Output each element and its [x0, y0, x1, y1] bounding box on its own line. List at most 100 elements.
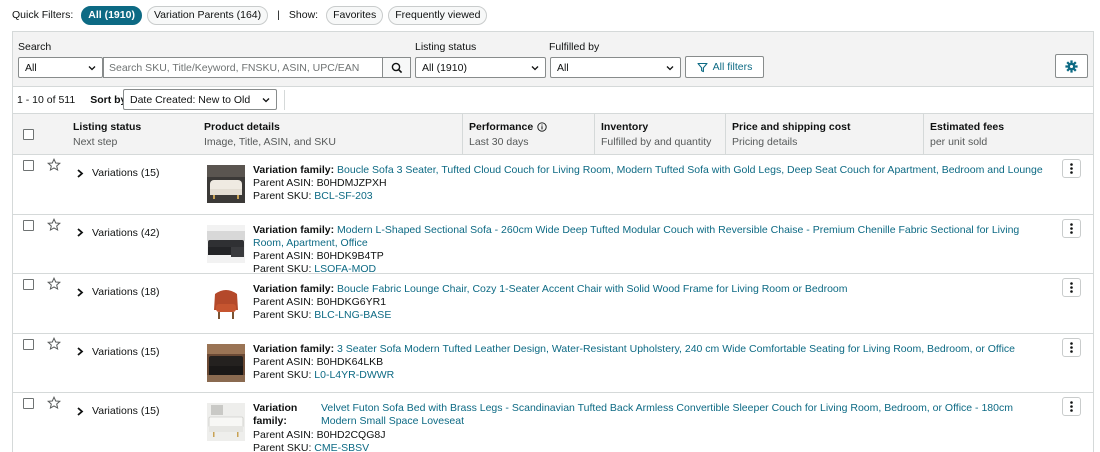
- variations-toggle[interactable]: Variations (18): [76, 286, 160, 298]
- product-title-link[interactable]: Modern L-Shaped Sectional Sofa - 260cm W…: [253, 224, 1019, 249]
- product-title-link[interactable]: Boucle Fabric Lounge Chair, Cozy 1-Seate…: [337, 283, 847, 295]
- search-scope-select[interactable]: All: [18, 57, 103, 78]
- column-estimated-fees[interactable]: Estimated fees per unit sold: [924, 114, 1093, 154]
- variation-family-label-line: Variation: [253, 402, 298, 414]
- product-image[interactable]: [207, 284, 245, 322]
- product-title-link[interactable]: Boucle Sofa 3 Seater, Tufted Cloud Couch…: [337, 164, 1043, 176]
- row-actions-button[interactable]: [1062, 337, 1081, 357]
- product-image[interactable]: [207, 343, 245, 382]
- column-title: Estimated fees: [930, 121, 1005, 133]
- chevron-down-icon: [88, 66, 96, 71]
- row-actions-button[interactable]: [1062, 278, 1081, 297]
- column-subtitle: per unit sold: [930, 136, 988, 148]
- row-checkbox[interactable]: [23, 160, 34, 171]
- chevron-down-icon: [531, 66, 539, 71]
- parent-sku-label: Parent SKU:: [253, 442, 312, 452]
- parent-asin-value: B0HDMJZPXH: [316, 177, 387, 189]
- chevron-right-icon: [77, 406, 84, 416]
- filter-all-pill[interactable]: All (1910): [81, 5, 142, 25]
- more-vertical-icon: [1070, 163, 1073, 174]
- parent-sku-link[interactable]: L0-L4YR-DWWR: [314, 369, 394, 381]
- product-title-link[interactable]: 3 Seater Sofa Modern Tufted Leather Desi…: [337, 343, 1015, 355]
- search-button[interactable]: [382, 57, 411, 78]
- column-subtitle: Image, Title, ASIN, and SKU: [204, 136, 336, 148]
- table-header: Listing status Next step Product details…: [13, 114, 1093, 155]
- variation-family-label: Variation family:: [253, 164, 335, 176]
- info-icon[interactable]: [537, 122, 547, 132]
- column-price-shipping[interactable]: Price and shipping cost Pricing details: [726, 114, 924, 154]
- more-vertical-icon: [1070, 401, 1073, 412]
- star-icon[interactable]: [47, 336, 61, 351]
- table-row: Variations (15) Variation family: Boucle…: [13, 155, 1093, 215]
- chevron-right-icon: [77, 168, 84, 178]
- row-checkbox[interactable]: [23, 338, 34, 350]
- more-vertical-icon: [1070, 282, 1073, 293]
- row-checkbox[interactable]: [23, 279, 34, 290]
- chevron-down-icon: [262, 98, 270, 103]
- parent-sku-link[interactable]: LSOFA-MOD: [314, 263, 376, 275]
- pagination-sort-bar: 1 - 10 of 511 Sort by: Date Created: New…: [12, 87, 1094, 113]
- column-listing-status[interactable]: Listing status Next step: [67, 114, 198, 154]
- quick-filters-label: Quick Filters:: [12, 9, 74, 21]
- search-label: Search: [18, 41, 52, 53]
- product-title-link[interactable]: Velvet Futon Sofa Bed with Brass Legs - …: [321, 402, 1013, 427]
- product-image[interactable]: [207, 224, 245, 263]
- column-subtitle: Last 30 days: [469, 136, 529, 148]
- row-checkbox[interactable]: [23, 398, 34, 409]
- listing-status-value: All (1910): [422, 61, 467, 74]
- parent-sku-link[interactable]: BLC-LNG-BASE: [314, 309, 391, 321]
- chevron-right-icon: [77, 228, 84, 237]
- search-icon: [391, 62, 402, 73]
- show-favorites-pill[interactable]: Favorites: [326, 5, 384, 25]
- column-performance[interactable]: Performance Last 30 days: [463, 114, 595, 154]
- parent-sku-link[interactable]: BCL-SF-203: [314, 190, 372, 202]
- product-image[interactable]: [207, 165, 245, 203]
- listing-status-select[interactable]: All (1910): [415, 57, 546, 78]
- product-details: Variation family: Velvet Futon Sofa Bed …: [253, 402, 1043, 428]
- column-product-details[interactable]: Product details Image, Title, ASIN, and …: [198, 114, 463, 154]
- parent-asin-value: B0HDK9B4TP: [316, 249, 384, 262]
- parent-asin-label: Parent ASIN:: [253, 296, 314, 308]
- variations-toggle[interactable]: Variations (42): [76, 227, 160, 239]
- parent-asin-value: B0HDK64LKB: [316, 355, 384, 368]
- parent-sku-link[interactable]: CME-SBSV: [314, 442, 369, 452]
- filter-variation-parents-pill[interactable]: Variation Parents (164): [146, 5, 269, 25]
- variations-toggle[interactable]: Variations (15): [76, 167, 160, 179]
- listings-table: Listing status Next step Product details…: [12, 113, 1094, 452]
- variations-count: Variations (18): [92, 286, 160, 298]
- row-actions-button[interactable]: [1062, 397, 1081, 416]
- parent-asin-label: Parent ASIN:: [253, 249, 314, 262]
- chevron-down-icon: [666, 66, 674, 71]
- product-details: Variation family: Modern L-Shaped Sectio…: [253, 224, 1043, 276]
- all-filters-label: All filters: [712, 61, 753, 73]
- column-subtitle: Next step: [73, 136, 118, 148]
- sort-select[interactable]: Date Created: New to Old: [123, 89, 277, 110]
- product-details: Variation family: 3 Seater Sofa Modern T…: [253, 343, 1043, 382]
- variations-toggle[interactable]: Variations (15): [76, 405, 160, 417]
- column-inventory[interactable]: Inventory Fulfilled by and quantity: [595, 114, 726, 154]
- chevron-right-icon: [77, 347, 84, 356]
- select-all-checkbox[interactable]: [23, 129, 34, 140]
- variations-toggle[interactable]: Variations (15): [76, 346, 160, 358]
- all-filters-button[interactable]: All filters: [685, 56, 764, 78]
- row-actions-button[interactable]: [1062, 159, 1081, 178]
- parent-sku-label: Parent SKU:: [253, 309, 312, 321]
- star-icon[interactable]: [47, 396, 61, 410]
- variations-count: Variations (15): [92, 405, 160, 417]
- divider: [284, 90, 285, 110]
- search-filter-panel: Search All Search SKU, Title/Keyword, FN…: [12, 31, 1094, 87]
- star-icon[interactable]: [47, 217, 61, 232]
- show-frequently-viewed-pill[interactable]: Frequently viewed: [388, 5, 488, 25]
- search-scope-value: All: [25, 61, 37, 74]
- star-icon[interactable]: [47, 158, 61, 172]
- product-image[interactable]: [207, 403, 245, 441]
- row-checkbox[interactable]: [23, 219, 34, 231]
- fulfilled-by-select[interactable]: All: [550, 57, 681, 78]
- settings-button[interactable]: [1055, 54, 1088, 78]
- row-actions-button[interactable]: [1062, 218, 1081, 238]
- gear-icon: [1065, 59, 1078, 73]
- table-row: Variations (42) Variation family: Modern…: [13, 215, 1093, 275]
- product-details: Variation family: Boucle Fabric Lounge C…: [253, 283, 1043, 322]
- search-input[interactable]: Search SKU, Title/Keyword, FNSKU, ASIN, …: [103, 57, 382, 78]
- star-icon[interactable]: [47, 277, 61, 291]
